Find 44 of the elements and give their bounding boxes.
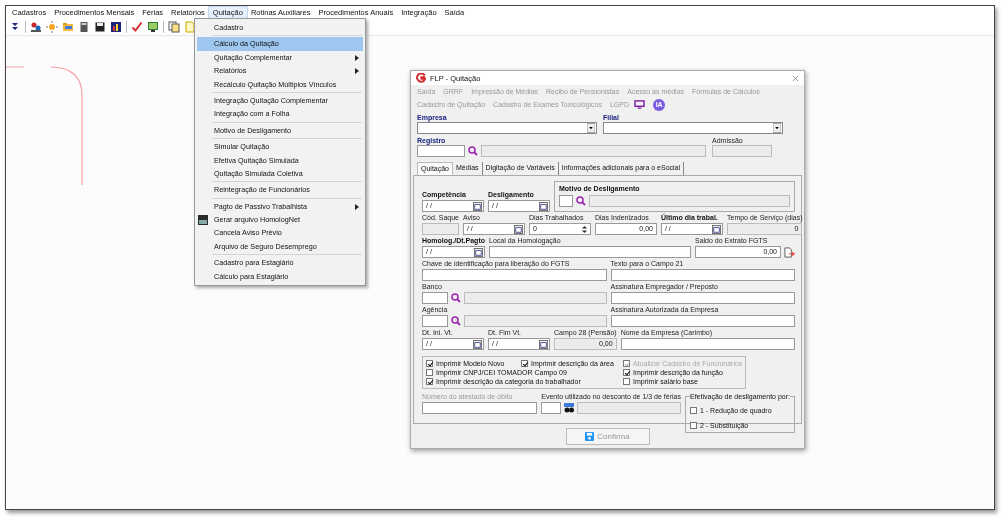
search-icon[interactable] (576, 196, 586, 206)
people-icon[interactable] (30, 21, 42, 33)
admission-field (712, 145, 772, 157)
calendar-icon[interactable] (473, 201, 482, 211)
chart-icon[interactable] (110, 21, 122, 33)
checkmark-icon[interactable] (131, 21, 143, 33)
spinner-arrows-icon[interactable] (580, 224, 589, 234)
code-field[interactable] (422, 315, 448, 327)
text-field[interactable] (610, 269, 795, 281)
text-field[interactable] (489, 246, 691, 258)
calculator-icon[interactable] (78, 21, 90, 33)
folder-icon[interactable] (62, 21, 74, 33)
company-dropdown[interactable] (417, 122, 597, 134)
logo-icon (416, 73, 426, 83)
search-icon[interactable] (468, 146, 478, 156)
export-icon[interactable] (784, 246, 795, 258)
monitor-icon[interactable] (634, 100, 645, 109)
save-icon (585, 432, 595, 441)
calendar-icon[interactable] (539, 339, 548, 349)
monitor-icon[interactable] (147, 21, 159, 33)
text-field[interactable] (620, 338, 795, 350)
search-icon[interactable] (451, 316, 461, 326)
copy-icon[interactable] (168, 21, 180, 33)
text-field[interactable] (422, 269, 607, 281)
code-field (422, 223, 459, 235)
calendar-icon[interactable] (473, 339, 482, 349)
calendar-icon[interactable] (514, 224, 523, 234)
code-field[interactable] (559, 195, 573, 207)
dropdown-arrow-icon[interactable] (773, 123, 781, 133)
document-icon[interactable] (184, 21, 196, 33)
code-field[interactable] (422, 292, 448, 304)
calendar-icon[interactable] (539, 201, 548, 211)
calendar-icon[interactable] (474, 247, 483, 257)
branch-dropdown[interactable] (603, 122, 783, 134)
text-field[interactable] (610, 292, 795, 304)
registration-field[interactable] (417, 145, 465, 157)
text-field[interactable] (610, 315, 795, 327)
search-icon[interactable] (451, 293, 461, 303)
calendar-icon[interactable] (712, 224, 721, 234)
dropdown-arrow-icon[interactable] (587, 123, 595, 133)
close-icon[interactable] (792, 74, 799, 82)
text-field[interactable] (422, 402, 538, 414)
code-field[interactable] (541, 402, 562, 414)
binoculars-icon[interactable] (564, 403, 575, 413)
